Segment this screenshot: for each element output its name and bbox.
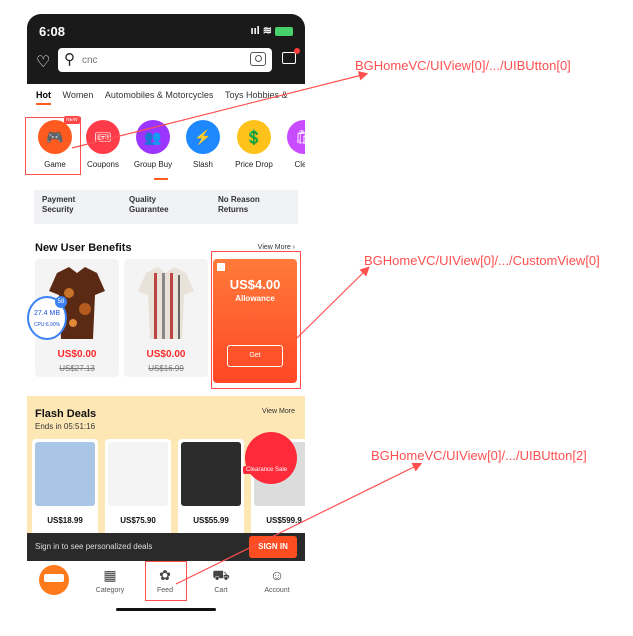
annotation-label-1: BGHomeVC/UIView[0]/.../UIBUtton[0] xyxy=(355,58,571,73)
annotation-label-3: BGHomeVC/UIView[0]/.../UIBUtton[2] xyxy=(371,448,587,463)
annotation-label-2: BGHomeVC/UIView[0]/.../CustomView[0] xyxy=(364,253,600,268)
annotation-arrows xyxy=(71,71,423,585)
